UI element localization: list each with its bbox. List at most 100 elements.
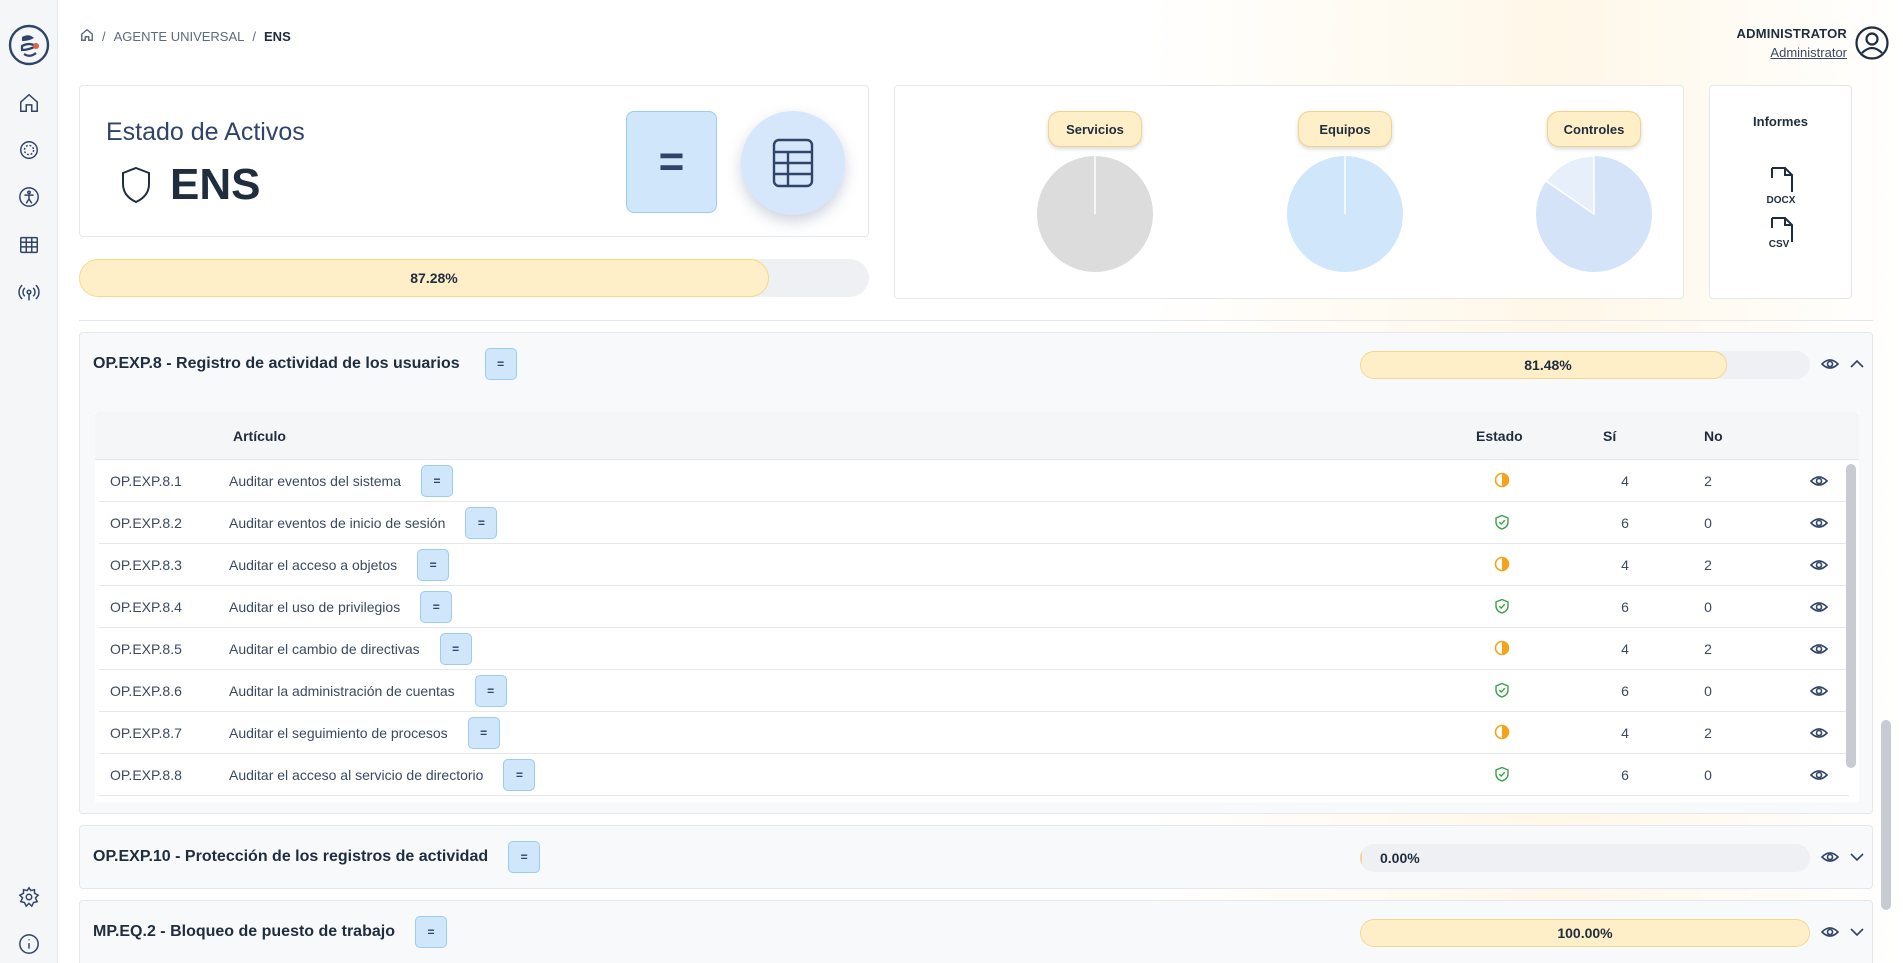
user-avatar-icon[interactable] [1855, 26, 1889, 60]
si-count: 4 [1621, 641, 1629, 657]
si-count: 6 [1621, 515, 1629, 531]
section-header[interactable]: OP.EXP.8 - Registro de actividad de los … [80, 333, 1872, 395]
info-icon[interactable] [17, 932, 41, 956]
table-row[interactable]: OP.EXP.8.7 Auditar el seguimiento de proc… [99, 712, 1849, 754]
shield-icon [122, 166, 150, 204]
calculator-button[interactable] [741, 111, 845, 215]
pie-chart-equipos[interactable] [1286, 155, 1404, 273]
equal-button[interactable]: = [465, 507, 498, 539]
chart-controles: Controles [1529, 111, 1659, 273]
table-row[interactable]: OP.EXP.8.3 Auditar el acceso a objetos = 4 2 [99, 544, 1849, 586]
view-eye-icon[interactable] [1809, 682, 1829, 700]
view-eye-icon[interactable] [1809, 766, 1829, 784]
chart-label-servicios[interactable]: Servicios [1048, 111, 1142, 147]
section-title-text: OP.EXP.10 - Protección de los registros … [93, 848, 489, 865]
target-icon[interactable] [17, 138, 41, 162]
equal-button[interactable]: = [474, 675, 507, 707]
view-eye-icon[interactable] [1809, 472, 1829, 490]
half-circle-status-icon [1494, 556, 1510, 572]
table-row[interactable]: OP.EXP.8.6 Auditar la administración de c… [99, 670, 1849, 712]
article-code: OP.EXP.8.4 [110, 599, 182, 615]
equal-button[interactable]: = [503, 759, 536, 791]
view-eye-icon[interactable] [1820, 848, 1840, 866]
breadcrumb: / AGENTE UNIVERSAL / ENS [80, 28, 291, 45]
view-eye-icon[interactable] [1809, 598, 1829, 616]
section-progress-bar: 100.00% [1360, 919, 1810, 947]
settings-gear-icon[interactable] [17, 885, 41, 909]
article-name-text: Auditar el acceso a objetos [229, 557, 398, 573]
home-icon[interactable] [17, 91, 41, 115]
column-header-no: No [1704, 428, 1723, 444]
section-progress-label: 100.00% [1557, 925, 1613, 941]
sidebar [0, 0, 58, 963]
table-row[interactable]: OP.EXP.8.4 Auditar el uso de privilegios =… [99, 586, 1849, 628]
si-count: 6 [1621, 767, 1629, 783]
breadcrumb-item-agente[interactable]: AGENTE UNIVERSAL [114, 29, 245, 44]
csv-download-icon[interactable]: CSV [1764, 216, 1798, 256]
no-count: 0 [1704, 515, 1712, 531]
estado-activos-card: Estado de Activos ENS = [79, 85, 869, 237]
charts-card: Servicios Equipos Controles [894, 85, 1684, 299]
section-mp-eq-2: MP.EQ.2 - Bloqueo de puesto de trabajo =… [79, 900, 1873, 963]
table-row[interactable]: OP.EXP.8.1 Auditar eventos del sistema = 4 2 [99, 460, 1849, 502]
chart-label-controles[interactable]: Controles [1547, 111, 1641, 147]
chevron-up-icon[interactable] [1848, 355, 1866, 373]
equal-button[interactable]: = [439, 633, 472, 665]
view-eye-icon[interactable] [1820, 923, 1840, 941]
chevron-down-icon[interactable] [1848, 923, 1866, 941]
user-name-link[interactable]: Administrator [1737, 45, 1847, 60]
section-header[interactable]: OP.EXP.10 - Protección de los registros … [80, 826, 1872, 888]
chevron-down-icon[interactable] [1848, 848, 1866, 866]
article-name-text: Auditar el acceso al servicio de directo… [229, 767, 484, 783]
chart-label-equipos[interactable]: Equipos [1298, 111, 1392, 147]
column-header-si: Sí [1603, 428, 1617, 444]
breadcrumb-separator: / [252, 29, 257, 44]
article-name: Auditar la administración de cuentas = [229, 670, 507, 712]
equal-button[interactable]: = [417, 549, 450, 581]
equal-button[interactable]: = [414, 916, 447, 948]
view-eye-icon[interactable] [1809, 556, 1829, 574]
equal-button[interactable]: = [484, 348, 517, 380]
breadcrumb-home-icon[interactable] [80, 28, 94, 45]
pie-chart-controles[interactable] [1535, 155, 1653, 273]
docx-download-icon[interactable]: DOCX [1764, 166, 1798, 206]
equal-button[interactable]: = [420, 465, 453, 497]
section-title: OP.EXP.8 - Registro de actividad de los … [93, 333, 517, 395]
equal-button[interactable]: = [508, 841, 541, 873]
section-title: OP.EXP.10 - Protección de los registros … [93, 826, 541, 888]
app-logo-icon[interactable] [8, 24, 50, 66]
chart-servicios: Servicios [1030, 111, 1160, 273]
table-row[interactable]: OP.EXP.8.8 Auditar el acceso al servicio … [99, 754, 1849, 796]
ens-label: ENS [170, 160, 261, 209]
table-icon[interactable] [17, 233, 41, 257]
pie-chart-servicios[interactable] [1036, 155, 1154, 273]
table-row[interactable]: OP.EXP.8.2 Auditar eventos de inicio de s… [99, 502, 1849, 544]
article-code: OP.EXP.8.7 [110, 725, 182, 741]
informes-card: Informes DOCX CSV [1709, 85, 1852, 299]
equal-button[interactable]: = [420, 591, 453, 623]
no-count: 0 [1704, 767, 1712, 783]
articles-table: Artículo Estado Sí No OP.EXP.8.1 Auditar … [95, 412, 1859, 802]
user-info: ADMINISTRATOR Administrator [1737, 26, 1847, 60]
article-name: Auditar el seguimiento de procesos = [229, 712, 500, 754]
table-row[interactable]: OP.EXP.8.5 Auditar el cambio de directiva… [99, 628, 1849, 670]
article-name-text: Auditar eventos de inicio de sesión [229, 515, 446, 531]
view-eye-icon[interactable] [1809, 514, 1829, 532]
article-name-text: Auditar el uso de privilegios [229, 599, 401, 615]
table-scrollbar[interactable] [1846, 464, 1856, 768]
shield-check-icon [1494, 682, 1510, 698]
section-header[interactable]: MP.EQ.2 - Bloqueo de puesto de trabajo =… [80, 901, 1872, 963]
article-name-text: Auditar eventos del sistema [229, 473, 401, 489]
page-scrollbar[interactable] [1881, 720, 1891, 910]
article-code: OP.EXP.8.5 [110, 641, 182, 657]
no-count: 2 [1704, 641, 1712, 657]
equal-status-button[interactable]: = [626, 111, 717, 213]
broadcast-icon[interactable] [17, 281, 41, 305]
accessibility-icon[interactable] [17, 185, 41, 209]
view-eye-icon[interactable] [1809, 640, 1829, 658]
si-count: 4 [1621, 725, 1629, 741]
view-eye-icon[interactable] [1820, 355, 1840, 373]
equal-button[interactable]: = [467, 717, 500, 749]
view-eye-icon[interactable] [1809, 724, 1829, 742]
overall-progress-bar: 87.28% [79, 259, 869, 297]
